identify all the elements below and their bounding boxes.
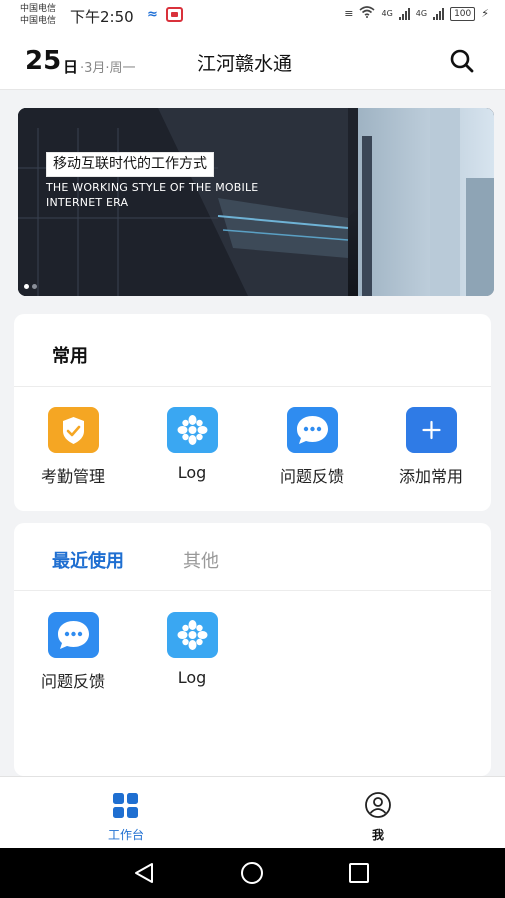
banner-dot[interactable] <box>32 284 37 289</box>
status-bar: 中国电信 中国电信 下午2:50 ≈ ≡ 4G 4G 100 ⚡ <box>0 0 505 32</box>
home-icon[interactable] <box>240 861 264 885</box>
bottom-nav: 工作台 我 <box>0 776 505 848</box>
section-divider <box>14 386 491 387</box>
app-feedback[interactable]: 问题反馈 <box>23 612 123 692</box>
network-type-1: 4G <box>381 9 393 18</box>
app-label: Log <box>177 668 207 687</box>
log-flower-icon <box>167 407 218 453</box>
nav-item-workbench[interactable]: 工作台 <box>66 777 186 849</box>
log-flower-icon <box>167 612 218 658</box>
status-time: 下午2:50 <box>70 8 134 26</box>
chat-bubble-icon <box>287 407 338 453</box>
app-log[interactable]: Log <box>142 407 242 487</box>
wifi-icon <box>359 6 376 21</box>
section-divider <box>14 590 491 591</box>
app-header: 25 日 ·3月·周一 江河赣水通 <box>0 32 505 90</box>
app-label: 考勤管理 <box>40 467 105 486</box>
tab-recent[interactable]: 最近使用 <box>52 547 124 573</box>
back-icon[interactable] <box>132 861 156 885</box>
nav-label: 工作台 <box>107 828 144 842</box>
carrier-info: 中国电信 中国电信 <box>20 3 56 27</box>
banner-headline-cn: 移动互联时代的工作方式 <box>46 152 214 177</box>
nav-item-me[interactable]: 我 <box>318 777 438 849</box>
system-nav-bar <box>0 848 505 898</box>
banner-headline-en: THE WORKING STYLE OF THE MOBILE INTERNET… <box>46 181 259 209</box>
carrier-1: 中国电信 <box>20 4 57 14</box>
tab-other[interactable]: 其他 <box>183 547 219 573</box>
app-add-common[interactable]: 添加常用 <box>381 407 481 487</box>
battery-icon: 100 <box>450 6 476 21</box>
charging-icon: ⚡ <box>481 7 489 20</box>
app-label: Log <box>177 463 207 482</box>
plus-icon <box>406 407 457 453</box>
workbench-grid-icon <box>113 793 138 818</box>
banner-dot-active[interactable] <box>24 284 29 289</box>
search-button[interactable] <box>448 47 476 75</box>
date-day: 25 <box>25 46 62 76</box>
app-label: 问题反馈 <box>279 467 344 486</box>
date-month-weekday: ·3月·周一 <box>80 61 136 76</box>
notification-mail-icon <box>166 7 183 22</box>
app-label: 添加常用 <box>398 467 463 486</box>
app-feedback[interactable]: 问题反馈 <box>262 407 362 487</box>
user-profile-icon <box>365 792 391 818</box>
attendance-check-icon <box>48 407 99 453</box>
common-apps-card: 常用 考勤管理 Log 问题反馈 添加常用 <box>14 314 491 511</box>
search-icon <box>450 49 474 73</box>
recent-apps-card: 最近使用 其他 问题反馈 Log <box>14 523 491 776</box>
app-log[interactable]: Log <box>142 612 242 692</box>
section-title-common: 常用 <box>52 346 88 367</box>
chat-bubble-icon <box>48 612 99 658</box>
vibrate-icon: ≡ <box>344 7 354 20</box>
signal-icon <box>433 7 445 20</box>
app-label: 问题反馈 <box>40 672 105 691</box>
page-title: 江河赣水通 <box>197 53 293 75</box>
carrier-2: 中国电信 <box>20 16 57 26</box>
recent-apps-icon[interactable] <box>347 861 371 885</box>
promo-banner[interactable]: 移动互联时代的工作方式 THE WORKING STYLE OF THE MOB… <box>18 108 494 296</box>
network-type-2: 4G <box>415 9 428 18</box>
app-attendance[interactable]: 考勤管理 <box>23 407 123 487</box>
nav-label: 我 <box>371 828 384 842</box>
date-day-suffix: 日 <box>63 58 79 76</box>
status-indicators: ≡ 4G 4G 100 ⚡ <box>344 6 489 21</box>
notification-app-icon: ≈ <box>147 7 158 22</box>
banner-pagination[interactable] <box>24 284 37 289</box>
signal-icon <box>398 7 410 20</box>
